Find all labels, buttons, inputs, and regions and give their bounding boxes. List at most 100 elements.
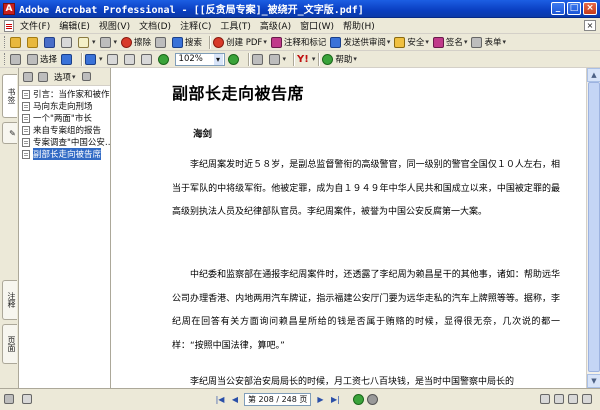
fit-page-icon: [123, 53, 135, 65]
tab-signatures[interactable]: ✎: [2, 122, 17, 144]
close-document-icon[interactable]: ×: [584, 20, 596, 31]
review-markup-button[interactable]: 注释和标记: [270, 35, 326, 49]
title-bar: A Adobe Acrobat Professional - [[反贪局专案]_…: [0, 0, 600, 18]
hand-icon: [10, 53, 21, 65]
zoom-select[interactable]: 102%: [174, 52, 225, 66]
previous-view-icon[interactable]: [353, 394, 365, 405]
chevron-down-icon[interactable]: ▾: [312, 55, 316, 63]
bookmark-label: 引言：当作家和被作家: [33, 90, 110, 100]
erase-button[interactable]: 擦除: [121, 35, 151, 49]
menu-edit[interactable]: 编辑(E): [59, 19, 90, 32]
new-bookmark-icon[interactable]: [23, 71, 33, 82]
bookmark-item[interactable]: 马向东走向刑场: [19, 100, 110, 112]
menu-help[interactable]: 帮助(H): [343, 19, 375, 32]
bookmark-label: 副部长走向被告席: [33, 148, 102, 160]
menu-window[interactable]: 窗口(W): [300, 19, 334, 32]
email-button[interactable]: ▾: [78, 35, 96, 49]
open-button[interactable]: [10, 35, 23, 49]
menu-file[interactable]: 文件(F): [20, 19, 50, 32]
expand-bookmark-icon[interactable]: [81, 72, 91, 81]
secondary-toolbar: 选择 ▾ 102% ▾ Y! ▾ 帮助▾: [0, 51, 600, 68]
maximize-button[interactable]: □: [567, 2, 581, 15]
bookmark-icon: [22, 149, 30, 159]
toolbar-grip[interactable]: [4, 53, 7, 65]
window-title: Adobe Acrobat Professional - [[反贪局专案]_被绕…: [19, 5, 364, 16]
page-layout-button[interactable]: ▾: [268, 52, 286, 66]
chevron-down-icon: ▾: [353, 55, 357, 63]
create-pdf-button[interactable]: 创建 PDF ▾: [213, 35, 267, 49]
scroll-thumb[interactable]: [588, 82, 600, 372]
rotate-button[interactable]: [251, 52, 265, 66]
erase-icon: [121, 36, 133, 48]
forms-label: 表单: [484, 38, 502, 48]
select-tool-button[interactable]: 选择: [27, 52, 57, 66]
help-button[interactable]: 帮助 ▾: [322, 52, 357, 66]
first-page-button[interactable]: |◀: [214, 394, 226, 406]
menu-tools[interactable]: 工具(T): [220, 19, 251, 32]
chevron-down-icon: ▾: [463, 38, 468, 46]
page-number-field[interactable]: 第 208 / 248 页: [244, 393, 312, 406]
save-button[interactable]: [44, 35, 57, 49]
window-controls: _ □ ×: [551, 2, 597, 15]
menu-comments[interactable]: 注释(C): [180, 19, 211, 32]
fit-page-button[interactable]: [123, 52, 137, 66]
vertical-scrollbar[interactable]: ▲ ▼: [586, 68, 600, 388]
tab-comments[interactable]: 注释: [2, 280, 17, 320]
next-view-icon[interactable]: [367, 394, 379, 405]
previous-page-button[interactable]: ◀: [229, 394, 241, 406]
delete-bookmark-icon[interactable]: [38, 71, 48, 82]
continuous-icon[interactable]: [554, 394, 564, 404]
toolbar-grip[interactable]: [4, 36, 7, 48]
zoom-in-button[interactable]: [227, 52, 241, 66]
yahoo-icon[interactable]: Y!: [297, 54, 309, 65]
search-button[interactable]: 搜索: [172, 35, 202, 49]
tab-pages[interactable]: 页面: [2, 324, 17, 364]
rotate-icon: [251, 53, 263, 65]
print-button[interactable]: [61, 35, 74, 49]
actual-size-button[interactable]: [106, 52, 120, 66]
snapshot-button[interactable]: [61, 52, 74, 66]
bookmarks-panel-header: 选项 ▾: [19, 68, 110, 86]
bookmark-item-selected[interactable]: 副部长走向被告席: [19, 148, 110, 160]
send-review-button[interactable]: 发送供审阅 ▾: [330, 35, 390, 49]
organizer-button[interactable]: [27, 35, 40, 49]
single-page-icon[interactable]: [540, 394, 550, 404]
disk-icon[interactable]: [4, 394, 14, 404]
toolbar-separator: [81, 52, 83, 66]
bookmark-item[interactable]: 专案调查"中国公安…: [19, 136, 110, 148]
menu-view[interactable]: 视图(V): [99, 19, 130, 32]
next-page-button[interactable]: ▶: [314, 394, 326, 406]
scroll-up-button[interactable]: ▲: [587, 68, 600, 82]
page-layout-group: [540, 394, 594, 404]
zoom-tool-button[interactable]: ▾: [85, 52, 103, 66]
comment-icon: [270, 36, 282, 48]
tab-bookmarks[interactable]: 书签: [2, 74, 17, 118]
sign-button[interactable]: 签名 ▾: [432, 35, 468, 49]
document-icon[interactable]: [4, 19, 14, 32]
bookmark-icon: [22, 113, 30, 123]
close-button[interactable]: ×: [583, 2, 597, 15]
bookmark-item[interactable]: 引言：当作家和被作家: [19, 88, 110, 100]
find-button[interactable]: [155, 35, 168, 49]
continuous-facing-icon[interactable]: [582, 394, 592, 404]
help-icon: [322, 53, 334, 65]
attach-button[interactable]: ▾: [99, 35, 117, 49]
menu-advanced[interactable]: 高级(A): [260, 19, 291, 32]
zoom-out-button[interactable]: [157, 52, 171, 66]
last-page-button[interactable]: ▶|: [329, 394, 341, 406]
bookmark-item[interactable]: 一个"两面"市长: [19, 112, 110, 124]
forms-button[interactable]: 表单 ▾: [471, 35, 506, 49]
secure-button[interactable]: 安全 ▾: [394, 35, 429, 49]
scroll-down-button[interactable]: ▼: [587, 374, 600, 388]
minimize-button[interactable]: _: [551, 2, 565, 15]
forms-icon: [471, 36, 483, 48]
hand-tool-button[interactable]: [10, 52, 23, 66]
options-menu[interactable]: 选项: [54, 71, 71, 83]
status-left-group: [4, 394, 34, 404]
chevron-down-icon[interactable]: ▾: [72, 73, 76, 81]
fit-width-button[interactable]: [140, 52, 154, 66]
menu-document[interactable]: 文档(D): [139, 19, 171, 32]
facing-icon[interactable]: [568, 394, 578, 404]
document-view[interactable]: 副部长走向被告席 海剑 李纪周案发时近５８岁，是副总监督警衔的高级警官，同一级别…: [112, 68, 586, 388]
bookmark-item[interactable]: 来自专案组的报告: [19, 124, 110, 136]
